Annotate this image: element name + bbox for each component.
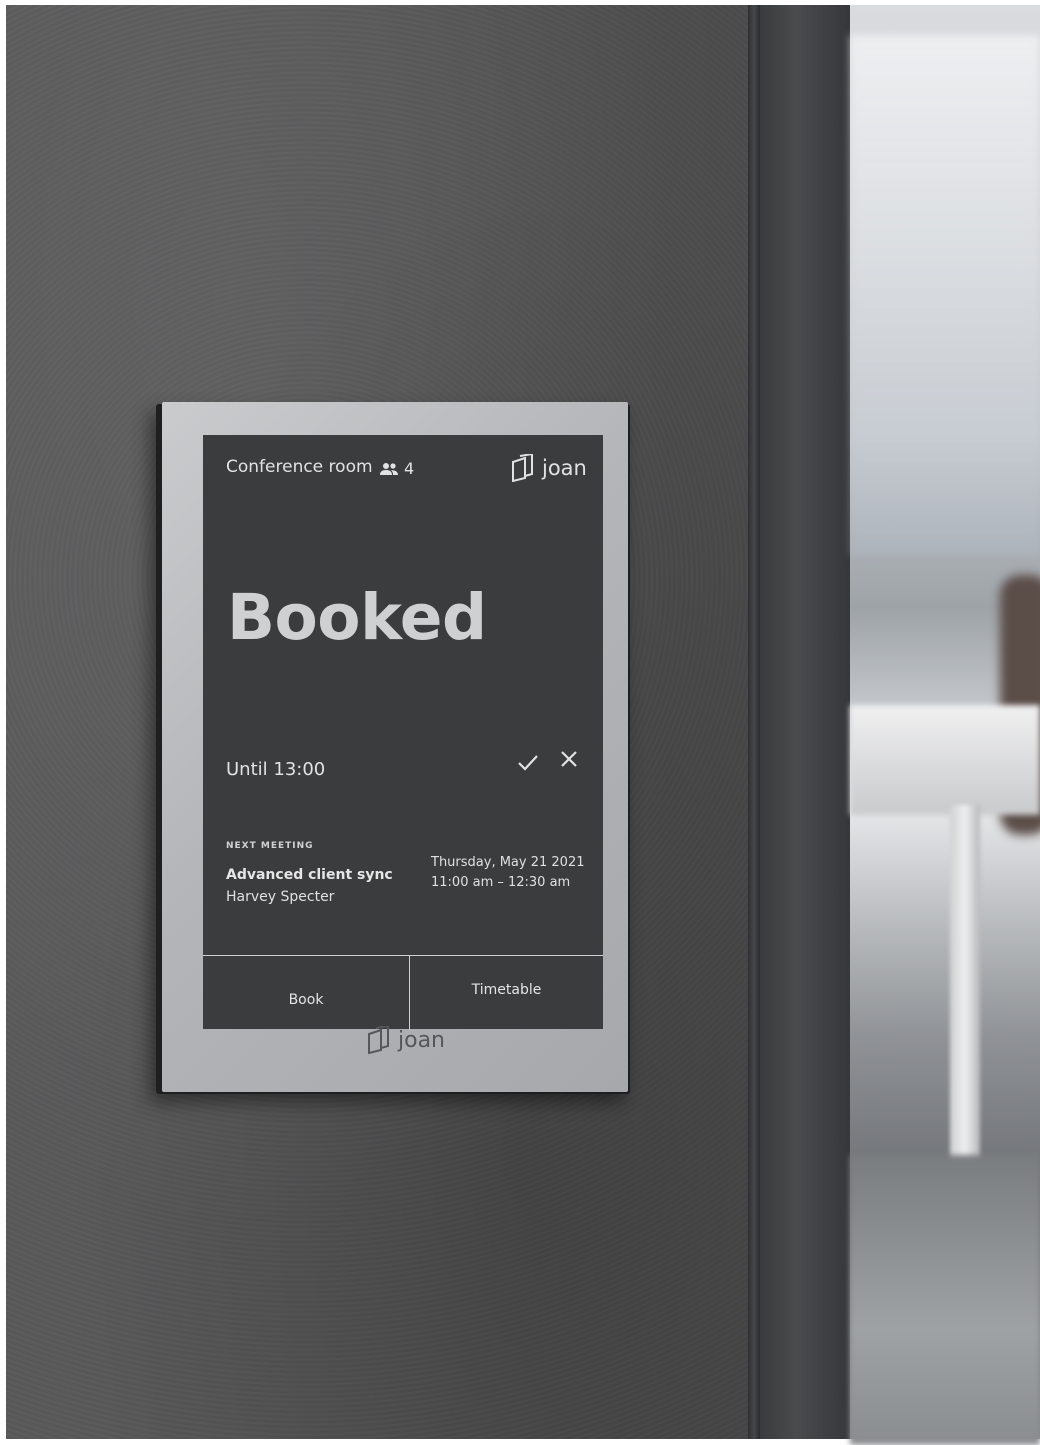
people-icon	[380, 462, 398, 475]
next-meeting-label: NEXT MEETING	[226, 841, 314, 851]
book-button[interactable]: Book	[203, 956, 409, 1030]
booked-until: Until 13:00	[226, 759, 326, 780]
office-floor	[850, 1155, 1040, 1445]
screen-brand: joan	[511, 454, 587, 482]
timetable-button[interactable]: Timetable	[410, 956, 603, 1030]
room-capacity: 4	[379, 459, 414, 478]
brand-name: joan	[542, 456, 587, 480]
door-frame	[760, 5, 850, 1439]
booking-status: Booked	[227, 581, 487, 654]
next-meeting-organizer: Harvey Specter	[226, 889, 335, 905]
check-icon[interactable]	[517, 751, 539, 773]
joan-logo-icon	[512, 454, 533, 482]
capacity-count: 4	[404, 459, 415, 478]
action-bar: Book Timetable	[203, 955, 603, 1030]
door-frame-edge	[748, 5, 760, 1439]
close-icon[interactable]	[559, 749, 579, 769]
office-table	[850, 705, 1040, 815]
joan-logo-icon	[368, 1026, 389, 1054]
window-view	[850, 35, 1040, 555]
bezel-brand: joan	[367, 1026, 445, 1054]
photo-scene: Conference room 4 joan Booked Until 13:0	[0, 0, 1040, 1445]
office-background	[850, 5, 1040, 1445]
eink-screen: Conference room 4 joan Booked Until 13:0	[203, 435, 603, 1030]
next-meeting-title: Advanced client sync	[226, 867, 393, 883]
next-meeting-time: 11:00 am – 12:30 am	[431, 875, 571, 890]
bezel-brand-name: joan	[398, 1027, 445, 1053]
room-booking-device: Conference room 4 joan Booked Until 13:0	[162, 402, 628, 1092]
room-name: Conference room	[226, 457, 373, 477]
next-meeting-date: Thursday, May 21 2021	[431, 855, 585, 870]
